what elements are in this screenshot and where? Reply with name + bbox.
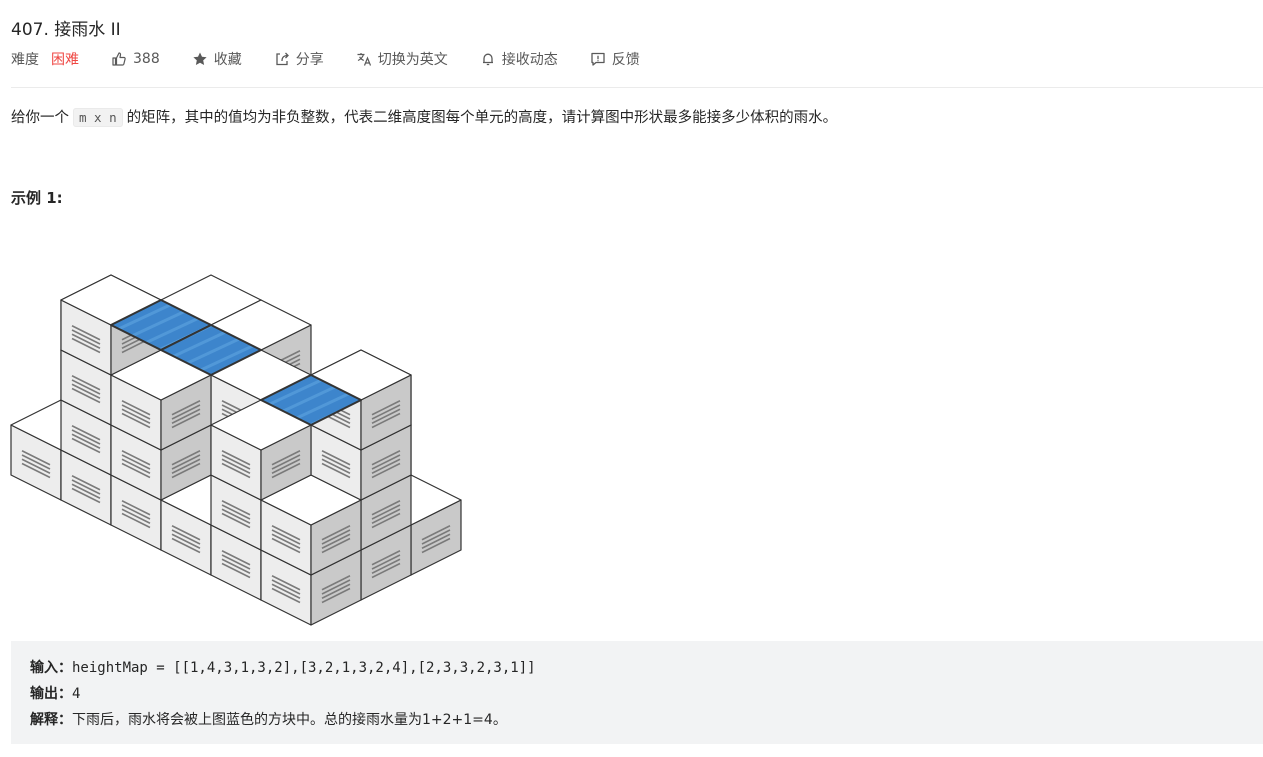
share-button[interactable]: 分享: [274, 49, 324, 69]
problem-description: 给你一个 m x n 的矩阵，其中的值均为非负整数，代表二维高度图每个单元的高度，请…: [11, 106, 837, 127]
subscribe-label: 接收动态: [501, 52, 558, 68]
example-input-line: 输入：heightMap = [[1,4,3,1,3,2],[3,2,1,3,2…: [30, 655, 1263, 681]
feedback-label: 反馈: [611, 52, 640, 68]
like-count: 388: [133, 51, 160, 67]
problem-toolbar: 难度 困难 388 收藏 分享 切换为英文 接收动态 反馈: [11, 48, 672, 70]
input-label: 输入：: [30, 660, 72, 676]
difficulty-label: 难度: [11, 52, 39, 68]
explain-value: 下雨后，雨水将会被上图蓝色的方块中。总的接雨水量为1+2+1=4。: [72, 712, 507, 728]
problem-title: 407. 接雨水 II: [11, 20, 121, 40]
difficulty-badge: 困难: [51, 52, 79, 68]
switch-language-button[interactable]: 切换为英文: [356, 49, 448, 69]
collect-label: 收藏: [213, 52, 242, 68]
explain-label: 解释：: [30, 712, 72, 728]
feedback-icon: [591, 52, 605, 66]
input-value: heightMap = [[1,4,3,1,3,2],[3,2,1,3,2,4]…: [72, 660, 536, 676]
example-figure: [10, 274, 462, 626]
example-output-line: 输出：4: [30, 681, 1263, 707]
thumbs-up-icon: [112, 52, 126, 66]
subscribe-button[interactable]: 接收动态: [480, 49, 558, 69]
collect-button[interactable]: 收藏: [192, 49, 242, 69]
bell-icon: [482, 53, 493, 66]
like-button[interactable]: 388: [111, 51, 160, 67]
translate-icon: [357, 53, 371, 66]
share-label: 分享: [295, 52, 324, 68]
inline-code: m x n: [73, 108, 123, 127]
example-explain-line: 解释：下雨后，雨水将会被上图蓝色的方块中。总的接雨水量为1+2+1=4。: [30, 707, 1263, 733]
isometric-cubes: [10, 274, 462, 626]
share-icon: [276, 52, 289, 66]
divider: [11, 87, 1263, 88]
description-text-after: 的矩阵，其中的值均为非负整数，代表二维高度图每个单元的高度，请计算图中形状最多能…: [126, 110, 838, 126]
switch-language-label: 切换为英文: [377, 52, 448, 68]
description-text-before: 给你一个: [11, 110, 69, 126]
feedback-button[interactable]: 反馈: [590, 49, 640, 69]
output-label: 输出：: [30, 686, 72, 702]
star-icon: [193, 52, 207, 65]
example-code-block: 输入：heightMap = [[1,4,3,1,3,2],[3,2,1,3,2…: [11, 641, 1263, 744]
output-value: 4: [72, 686, 81, 702]
example-title: 示例 1:: [11, 189, 63, 207]
